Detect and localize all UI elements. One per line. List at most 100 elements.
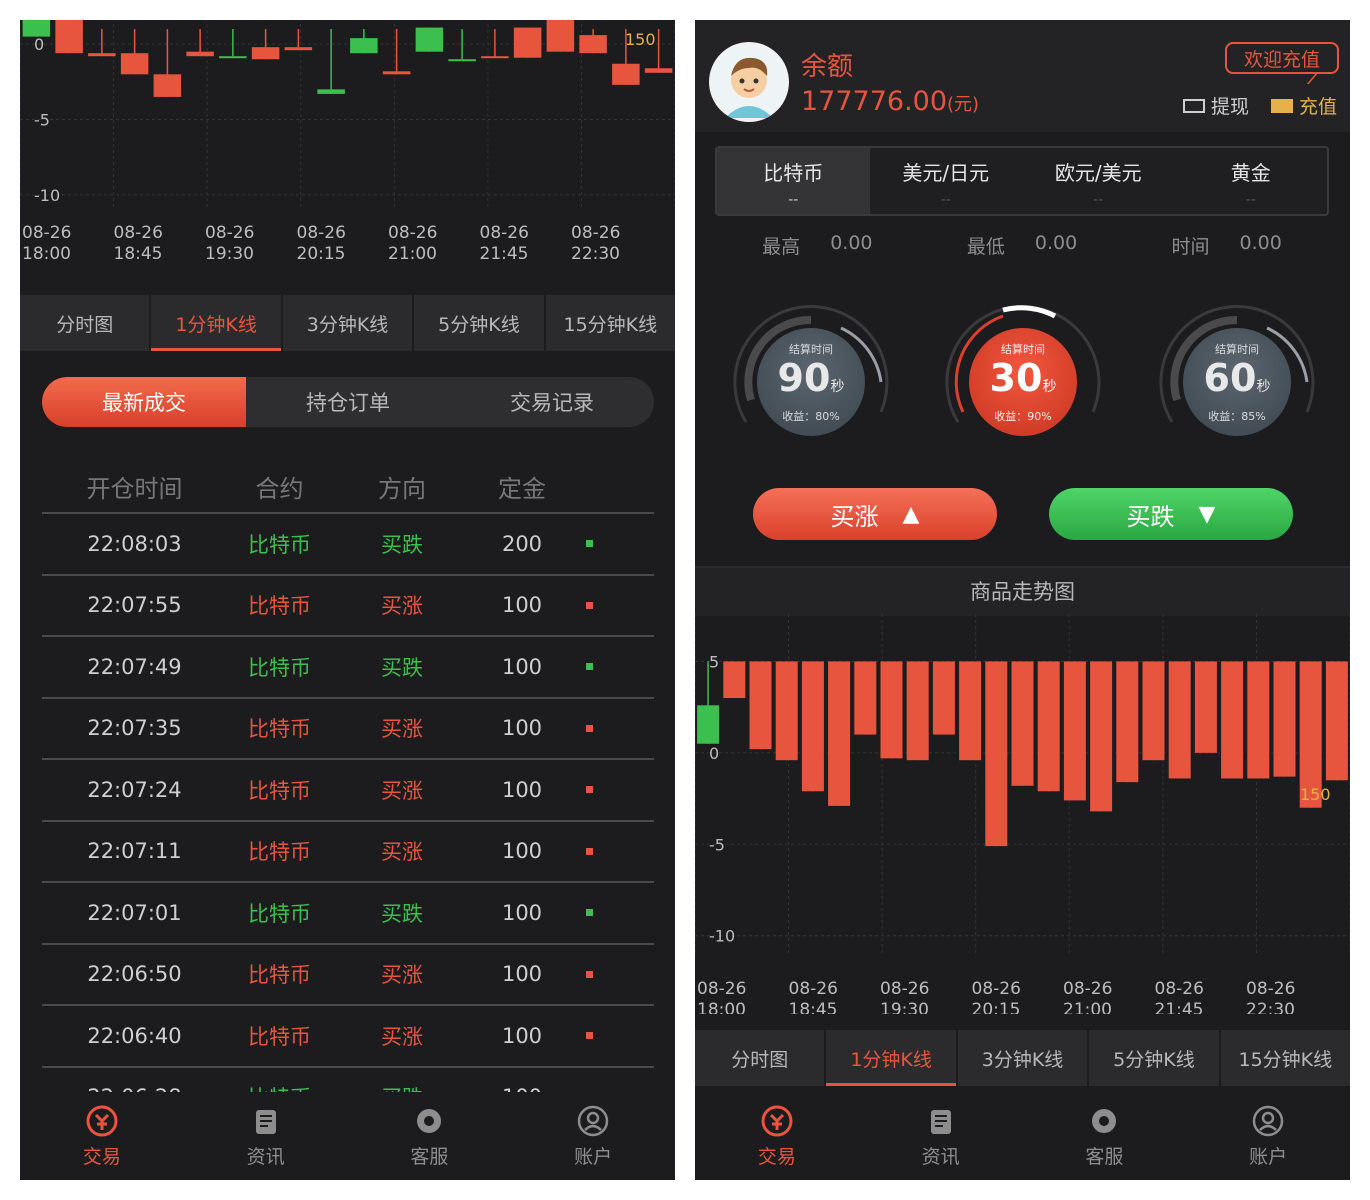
trade-direction: 买涨	[381, 778, 423, 803]
candle-body	[1247, 661, 1270, 779]
nav-news[interactable]: 资讯	[184, 1092, 348, 1180]
direction-dot-icon	[586, 663, 593, 671]
trade-time: 22:07:24	[87, 777, 182, 802]
direction-dot-icon	[586, 1032, 593, 1040]
nav-account[interactable]: 账户	[1186, 1092, 1350, 1180]
withdraw-label: 提现	[1211, 96, 1250, 118]
direction-dot-icon	[586, 847, 593, 855]
tab-5min[interactable]: 5分钟K线	[1089, 1030, 1221, 1086]
dial-top-label: 结算时间	[789, 342, 833, 356]
nav-account[interactable]: 账户	[511, 1092, 675, 1180]
tab-usdjpy[interactable]: 美元/日元 --	[870, 148, 1023, 214]
candle-body	[1273, 661, 1296, 777]
buy-down-button[interactable]: 买跌 ▼	[1049, 488, 1293, 540]
stat-low-label: 最低	[966, 236, 1005, 258]
direction-dot-icon	[586, 724, 593, 732]
dial-top-label: 结算时间	[1001, 342, 1045, 356]
x-tick-label: 18:00	[697, 1000, 746, 1014]
nav-service[interactable]: 客服	[1023, 1092, 1187, 1180]
candle-body	[513, 27, 542, 58]
tab-eurusd[interactable]: 欧元/美元 --	[1022, 148, 1175, 214]
account-icon	[577, 1105, 609, 1136]
tab-3min[interactable]: 3分钟K线	[958, 1030, 1090, 1086]
stat-low-value: 0.00	[1034, 232, 1078, 254]
candlestick-chart: 50-5-1015008-2618:0008-2618:4508-2619:30…	[695, 614, 1350, 1014]
avatar[interactable]	[709, 42, 789, 122]
y-tick-label: -10	[709, 927, 735, 946]
nav-news[interactable]: 资讯	[859, 1092, 1023, 1180]
withdraw-link[interactable]: 提现	[1183, 92, 1249, 119]
nav-trade[interactable]: 交易	[20, 1092, 184, 1180]
product-price: --	[1093, 191, 1104, 208]
tab-bitcoin[interactable]: 比特币 --	[717, 148, 870, 214]
tab-timeshare[interactable]: 分时图	[20, 295, 152, 351]
stat-high: 最高 0.00	[715, 232, 920, 262]
table-row: 22:07:24 比特币 买涨 100	[42, 760, 654, 822]
dial-90s[interactable]: 结算时间 90秒 收益：80%	[721, 292, 901, 472]
dial-30s[interactable]: 结算时间 30秒 收益：90%	[933, 292, 1113, 472]
tab-latest-trades[interactable]: 最新成交	[42, 377, 246, 427]
nav-account-label: 账户	[574, 1145, 613, 1168]
candle-body	[251, 47, 280, 60]
nav-service-label: 客服	[1085, 1145, 1124, 1168]
trade-time: 22:07:11	[87, 839, 182, 864]
bottom-nav: 交易 资讯 客服 账户	[695, 1092, 1350, 1180]
x-tick-label: 20:15	[297, 244, 346, 264]
y-tick-label: -5	[709, 835, 725, 854]
dial-60s[interactable]: 结算时间 60秒 收益：85%	[1147, 292, 1327, 472]
tab-gold[interactable]: 黄金 --	[1175, 148, 1328, 214]
candle-body	[775, 661, 798, 761]
trade-time: 22:07:49	[87, 654, 182, 679]
dial-seconds: 30秒	[990, 357, 1057, 408]
candle-body	[1037, 661, 1060, 792]
trade-amount: 100	[501, 593, 543, 618]
trade-contract: 比特币	[248, 655, 311, 680]
y-tick-label: 5	[709, 652, 719, 671]
stat-low: 最低 0.00	[920, 232, 1125, 262]
x-tick-label: 18:45	[114, 244, 163, 264]
welcome-recharge-badge[interactable]: 欢迎充值	[1225, 42, 1339, 74]
candle-body	[1142, 661, 1165, 761]
tab-trade-history[interactable]: 交易记录	[450, 377, 654, 427]
nav-account-label: 账户	[1249, 1145, 1288, 1168]
candle-body	[1011, 661, 1034, 786]
tab-5min[interactable]: 5分钟K线	[414, 295, 546, 351]
tab-15min[interactable]: 15分钟K线	[1221, 1030, 1350, 1086]
candle-body	[1063, 661, 1086, 801]
x-tick-label: 08-26	[880, 979, 929, 999]
nav-service[interactable]: 客服	[348, 1092, 512, 1180]
trade-indicator	[572, 601, 654, 609]
trade-amount: 200	[501, 531, 543, 556]
trade-contract: 比特币	[248, 1024, 311, 1049]
x-tick-label: 08-26	[480, 223, 529, 243]
stat-time-label: 时间	[1171, 236, 1210, 258]
tab-positions[interactable]: 持仓订单	[246, 377, 450, 427]
stat-high-label: 最高	[762, 236, 801, 258]
candle-body	[612, 63, 640, 85]
trade-direction: 买涨	[381, 840, 423, 865]
tab-15min[interactable]: 15分钟K线	[546, 295, 675, 351]
tab-1min[interactable]: 1分钟K线	[826, 1030, 958, 1086]
tab-timeshare[interactable]: 分时图	[695, 1030, 827, 1086]
trade-amount: 100	[501, 777, 543, 802]
y-tick-label: 0	[34, 35, 44, 54]
recharge-link[interactable]: 充值	[1271, 92, 1337, 119]
tab-3min[interactable]: 3分钟K线	[283, 295, 415, 351]
balance-amount: 177776.00	[801, 86, 948, 117]
candle-body	[644, 68, 673, 73]
tab-1min[interactable]: 1分钟K线	[151, 295, 283, 351]
direction-dot-icon	[586, 970, 593, 978]
account-icon	[1252, 1105, 1284, 1136]
candle-body	[1194, 661, 1217, 753]
direction-dot-icon	[586, 909, 593, 917]
buy-up-button[interactable]: 买涨 ▲	[753, 488, 997, 540]
x-tick-label: 08-26	[1063, 979, 1112, 999]
nav-trade[interactable]: 交易	[695, 1092, 859, 1180]
trade-indicator	[572, 847, 654, 855]
dial-profit: 收益：90%	[994, 409, 1052, 423]
service-icon	[417, 1108, 442, 1133]
trades-list: 22:08:03 比特币 买跌 200 22:07:55 比特币 买涨 100 22:07:49…	[42, 514, 654, 1100]
balance-value: 177776.00(元)	[801, 86, 979, 117]
trade-contract: 比特币	[248, 594, 311, 619]
candle-body	[749, 661, 772, 750]
